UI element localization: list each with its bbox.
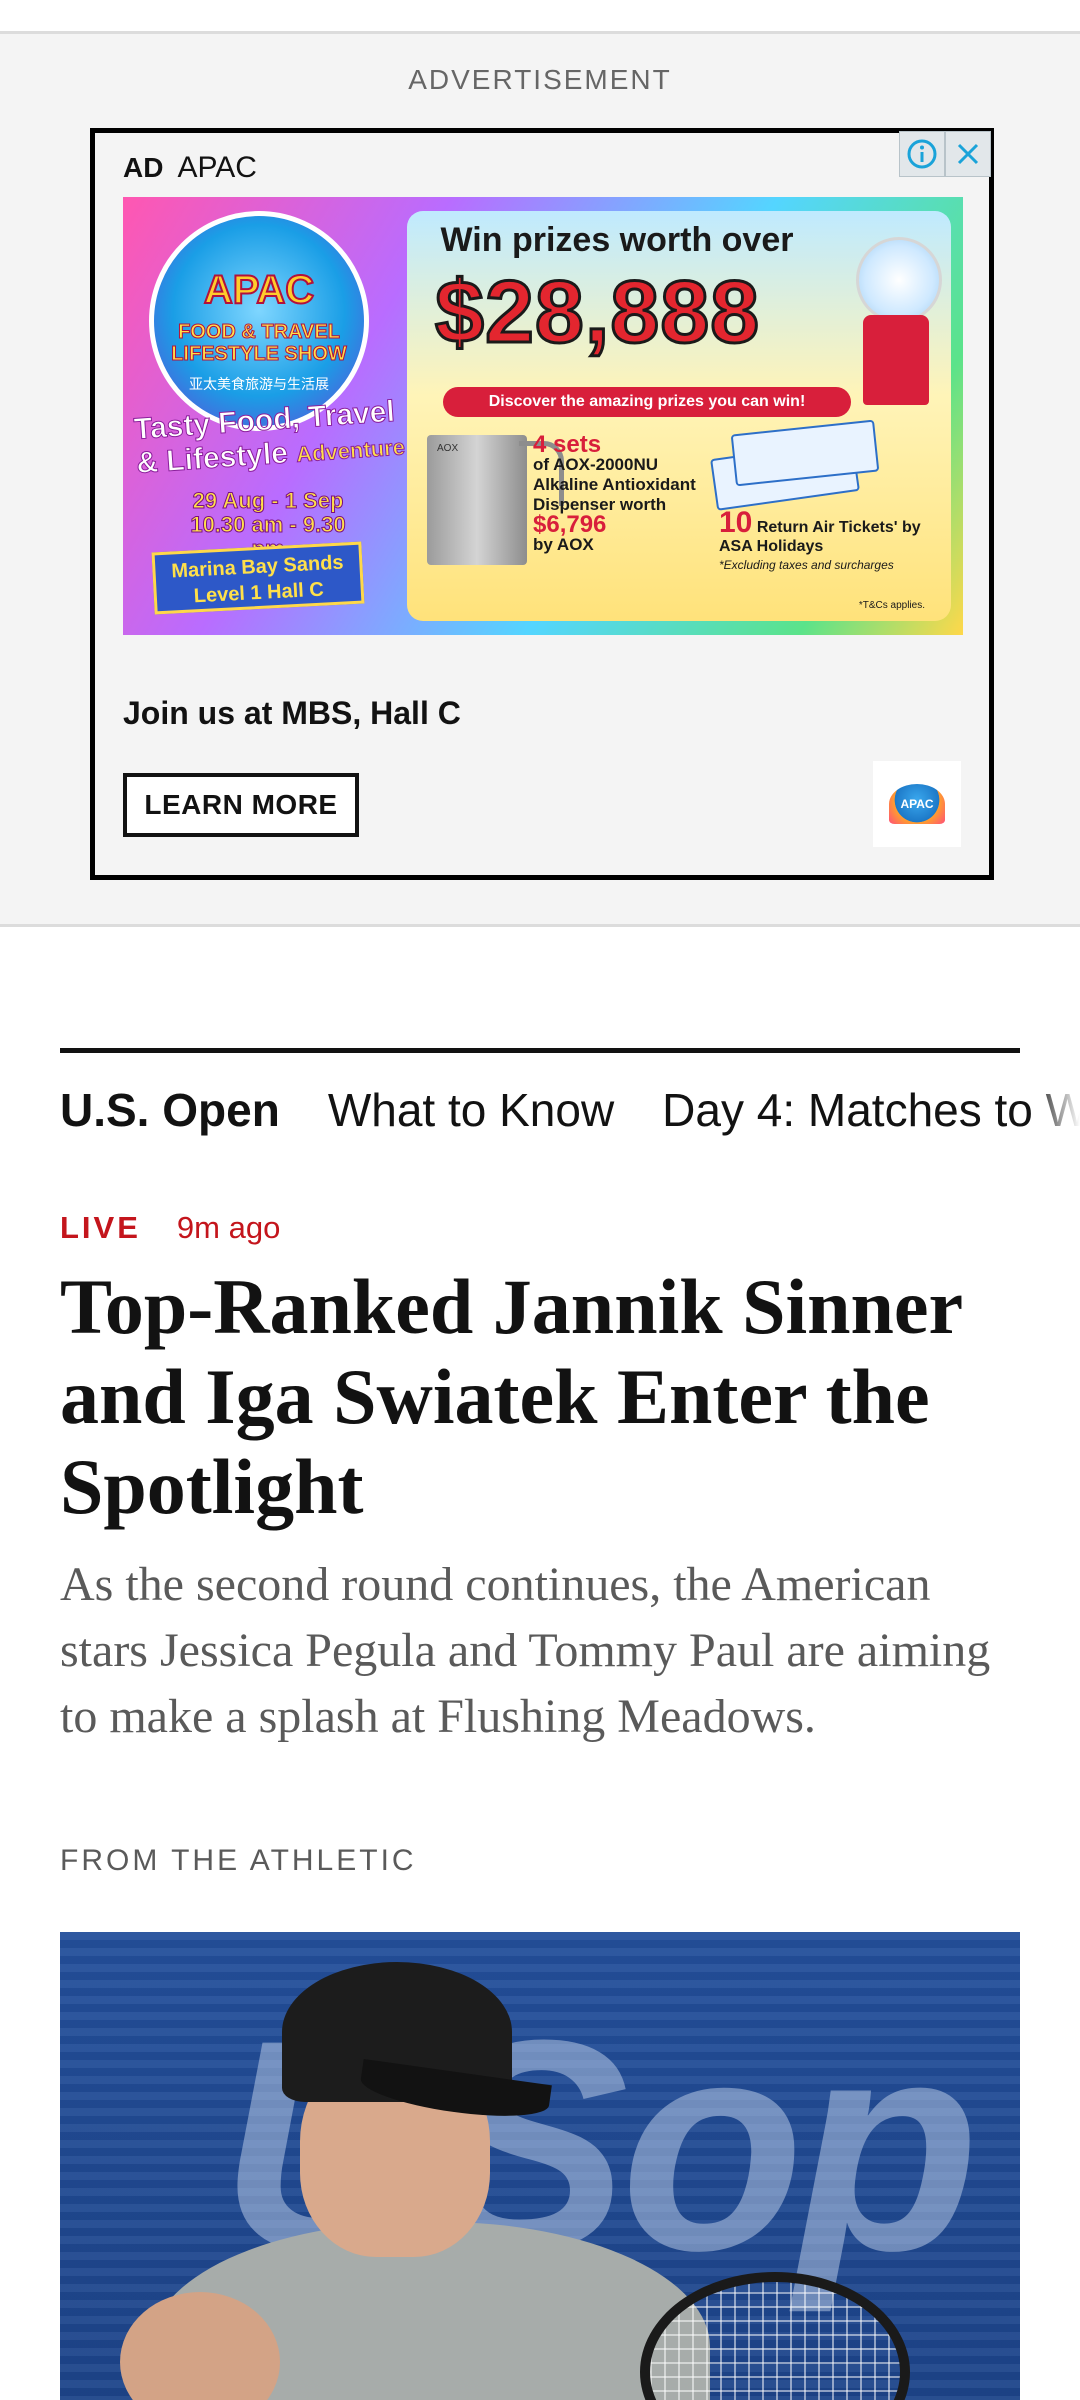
prize-1-details: 4 sets of AOX-2000NU Alkaline Antioxidan… (533, 431, 696, 555)
apac-logo[interactable]: APAC (873, 761, 961, 847)
ad-headline[interactable]: Join us at MBS, Hall C (123, 695, 461, 732)
nav-item-us-open[interactable]: U.S. Open (60, 1084, 280, 1136)
logo-chinese-text: 亚太美食旅游与生活展 (189, 376, 329, 392)
article-headline[interactable]: Top-Ranked Jannik Sinner and Iga Swiatek… (60, 1262, 1020, 1532)
dispenser-brand: AOX (437, 443, 459, 454)
ad-badge: AD (123, 152, 164, 183)
air-tickets-icon (710, 419, 880, 511)
prize-2-details: 10 Return Air Tickets' by ASA Holidays *… (719, 508, 921, 575)
prize-amount: $28,888 (433, 261, 761, 363)
water-dispenser-image: AOX (427, 435, 527, 565)
section-divider (60, 1048, 1020, 1053)
logo-title: APAC (203, 267, 315, 313)
logo-subtitle: FOOD & TRAVEL LIFESTYLE SHOW (171, 321, 348, 366)
prize-2-line-2: ASA Holidays (719, 538, 824, 555)
ad-controls (899, 131, 991, 177)
nav-item-day-4-matches[interactable]: Day 4: Matches to W (662, 1084, 1080, 1136)
prize-2-count: 10 (719, 506, 753, 539)
nav-item-what-to-know[interactable]: What to Know (328, 1084, 614, 1136)
live-badge: LIVE (60, 1210, 141, 1245)
prize-2-line-1: Return Air Tickets' by (756, 519, 921, 536)
info-icon[interactable] (899, 131, 945, 177)
prize-1-sets: 4 sets (533, 431, 602, 458)
advertisement-caption: ADVERTISEMENT (408, 64, 672, 95)
article-meta: LIVE 9m ago (60, 1210, 280, 1246)
apac-logo-text: APAC (889, 784, 945, 824)
nav-fade-overlay (1032, 1070, 1080, 1150)
win-text: Win prizes worth over (440, 221, 794, 259)
ad-header: AD APAC (123, 151, 257, 185)
gumball-machine-icon (851, 237, 942, 407)
tagline-extra: Adventure (295, 434, 406, 468)
prize-1-line-1: of AOX-2000NU (533, 455, 659, 474)
prize-1-line-2: Alkaline Antioxidant (533, 475, 696, 494)
ad-banner-image[interactable]: APAC FOOD & TRAVEL LIFESTYLE SHOW 亚太美食旅游… (123, 197, 963, 635)
learn-more-button[interactable]: LEARN MORE (123, 773, 359, 837)
event-venue: Marina Bay Sands Level 1 Hall C (151, 541, 365, 615)
prize-1-by: by AOX (533, 535, 594, 554)
prize-panel: Win prizes worth over $28,888 Discover t… (407, 211, 951, 621)
close-icon[interactable] (945, 131, 991, 177)
prize-2-note: *Excluding taxes and surcharges (719, 558, 894, 572)
prize-1-price: $6,796 (533, 511, 607, 538)
timestamp: 9m ago (176, 1210, 281, 1245)
article-summary[interactable]: As the second round continues, the Ameri… (60, 1552, 1020, 1750)
article-source: FROM THE ATHLETIC (60, 1844, 417, 1877)
banner-tagline: Tasty Food, Travel & Lifestyle Adventure (132, 393, 427, 483)
ad-unit[interactable]: AD APAC APAC FOOD & TRAVEL LIFESTYLE SHOW… (90, 128, 994, 880)
event-date-range: 29 Aug - 1 Sep (192, 488, 344, 513)
discover-ribbon: Discover the amazing prizes you can win! (443, 387, 851, 417)
advertisement-section: ADVERTISEMENT AD APAC APAC FOOD & TRAVEL … (0, 34, 1080, 927)
topic-nav: U.S. Open What to Know Day 4: Matches to W (60, 1083, 1080, 1137)
ad-advertiser: APAC (177, 151, 257, 184)
article-photo[interactable]: USop (60, 1932, 1020, 2400)
terms-note: *T&Cs applies. (858, 600, 925, 611)
